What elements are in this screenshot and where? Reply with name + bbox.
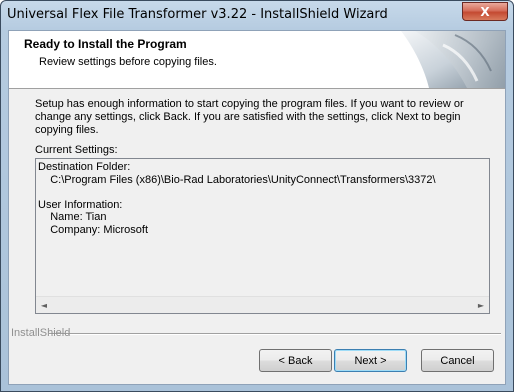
window-title: Universal Flex File Transformer v3.22 - … [7, 7, 388, 22]
title-bar[interactable]: Universal Flex File Transformer v3.22 - … [1, 1, 513, 31]
setup-description: Setup has enough information to start co… [35, 98, 464, 136]
back-button[interactable]: < Back [259, 349, 332, 372]
page-title: Ready to Install the Program [24, 37, 187, 51]
cancel-button[interactable]: Cancel [421, 349, 494, 372]
next-button[interactable]: Next > [334, 349, 407, 372]
installshield-brand: InstallShield [11, 327, 71, 339]
close-icon: X [480, 4, 490, 19]
settings-text: Destination Folder: C:\Program Files (x8… [38, 161, 436, 236]
close-button[interactable]: X [462, 2, 508, 21]
current-settings-label: Current Settings: [35, 144, 118, 156]
scroll-left-icon[interactable]: ◄ [36, 297, 52, 313]
current-settings-box[interactable]: Destination Folder: C:\Program Files (x8… [35, 158, 490, 314]
wizard-client-area: Ready to Install the Program Review sett… [8, 30, 506, 385]
footer-divider [49, 333, 501, 335]
page-subtitle: Review settings before copying files. [39, 56, 217, 68]
wizard-header: Ready to Install the Program Review sett… [9, 31, 505, 89]
horizontal-scrollbar[interactable]: ◄ ► [36, 296, 489, 313]
installshield-graphic-icon [401, 31, 505, 88]
scroll-right-icon[interactable]: ► [473, 297, 489, 313]
installer-window: Universal Flex File Transformer v3.22 - … [0, 0, 514, 392]
